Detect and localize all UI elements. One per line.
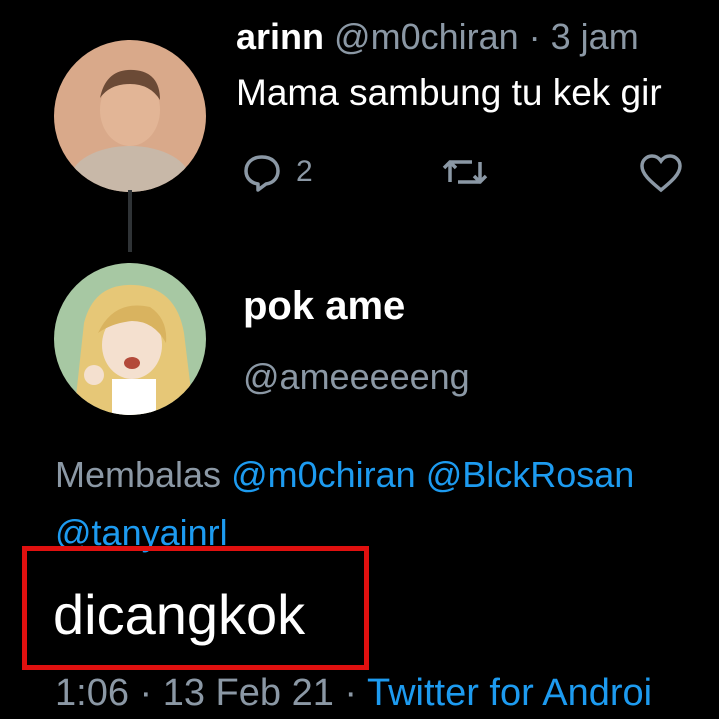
tweet2-display-name[interactable]: pok ame: [243, 284, 405, 329]
avatar-arinn[interactable]: [54, 40, 206, 192]
mention-link-blckrosan[interactable]: @BlckRosan: [426, 454, 635, 495]
retweet-icon: [442, 160, 488, 184]
tweet1-text: Mama sambung tu kek gir: [236, 72, 662, 113]
tweet2-meta: 1:06 · 13 Feb 21 · Twitter for Androi: [55, 672, 652, 715]
tweet1-handle[interactable]: @m0chiran: [334, 16, 519, 57]
replying-to: Membalas @m0chiran @BlckRosan: [55, 454, 634, 496]
highlight-box: [22, 546, 369, 670]
reply-button[interactable]: 2: [242, 152, 313, 192]
tweet1-time[interactable]: · 3 jam: [529, 16, 639, 57]
mention-link-m0chiran[interactable]: @m0chiran: [231, 454, 416, 495]
tweet2-handle[interactable]: @ameeeeeng: [243, 356, 470, 398]
avatar-pok-ame[interactable]: [54, 263, 206, 415]
like-icon: [640, 154, 682, 193]
retweet-button[interactable]: [440, 152, 490, 192]
thread-connector: [128, 190, 132, 252]
tweet2-timestamp[interactable]: 1:06 · 13 Feb 21 ·: [55, 672, 357, 714]
tweet2-source-link[interactable]: Twitter for Androi: [367, 672, 652, 714]
reply-icon: [244, 155, 280, 192]
replying-label: Membalas: [55, 454, 222, 495]
reply-count: 2: [296, 155, 313, 188]
tweet1-display-name[interactable]: arinn: [236, 16, 324, 57]
like-button[interactable]: [638, 152, 684, 194]
tweet1-header: arinn @m0chiran · 3 jam: [236, 16, 639, 58]
